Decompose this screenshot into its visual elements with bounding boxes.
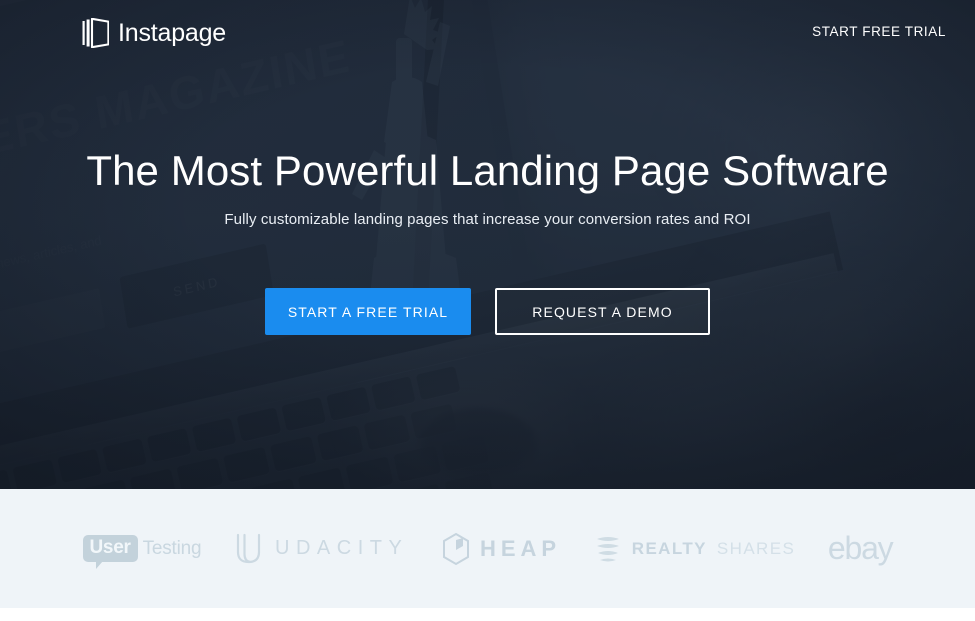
udacity-u-mark-icon	[236, 533, 261, 563]
header-start-free-trial-link[interactable]: START FREE TRIAL	[812, 24, 946, 39]
realtyshares-word-2: SHARES	[716, 538, 796, 558]
heap-wordmark: HEAP	[479, 535, 562, 561]
hero-subheadline: Fully customizable landing pages that in…	[224, 211, 751, 228]
udacity-wordmark: UDACITY	[275, 537, 409, 559]
start-free-trial-button[interactable]: START A FREE TRIAL	[265, 288, 471, 335]
hero-content: The Most Powerful Landing Page Software …	[0, 0, 975, 489]
site-header: Instapage START FREE TRIAL	[0, 0, 975, 68]
ebay-wordmark: ebay	[827, 530, 894, 566]
page-bottom-white-area	[0, 608, 975, 621]
hero-headline: The Most Powerful Landing Page Software	[86, 147, 889, 194]
client-logo-row: User Testing UDACITY HEAP REALTY SHARES …	[82, 530, 894, 569]
logo-usertesting: User Testing	[82, 535, 202, 569]
logo-realtyshares: REALTY SHARES	[594, 532, 795, 566]
realtyshares-word-1: REALTY	[631, 538, 707, 558]
landing-page: TRAVELERS MAGAZINE Get the latest and gr…	[0, 0, 975, 621]
realtyshares-layered-shield-icon	[596, 536, 619, 561]
instapage-door-logo-icon	[82, 18, 109, 48]
hero-cta-group: START A FREE TRIAL REQUEST A DEMO	[0, 288, 975, 335]
logo-heap: HEAP	[441, 532, 561, 566]
usertesting-word-1: User	[89, 537, 131, 559]
brand-logo-link[interactable]: Instapage	[82, 18, 226, 48]
client-logo-strip: User Testing UDACITY HEAP REALTY SHARES …	[0, 489, 975, 608]
logo-ebay: ebay	[827, 530, 894, 567]
usertesting-word-2: Testing	[142, 537, 202, 559]
brand-name: Instapage	[118, 18, 227, 47]
logo-udacity: UDACITY	[234, 532, 408, 566]
usertesting-speech-bubble-icon: User	[82, 535, 138, 569]
request-demo-button[interactable]: REQUEST A DEMO	[495, 288, 710, 335]
hero-section: TRAVELERS MAGAZINE Get the latest and gr…	[0, 0, 975, 489]
heap-hexagon-icon	[442, 532, 469, 565]
